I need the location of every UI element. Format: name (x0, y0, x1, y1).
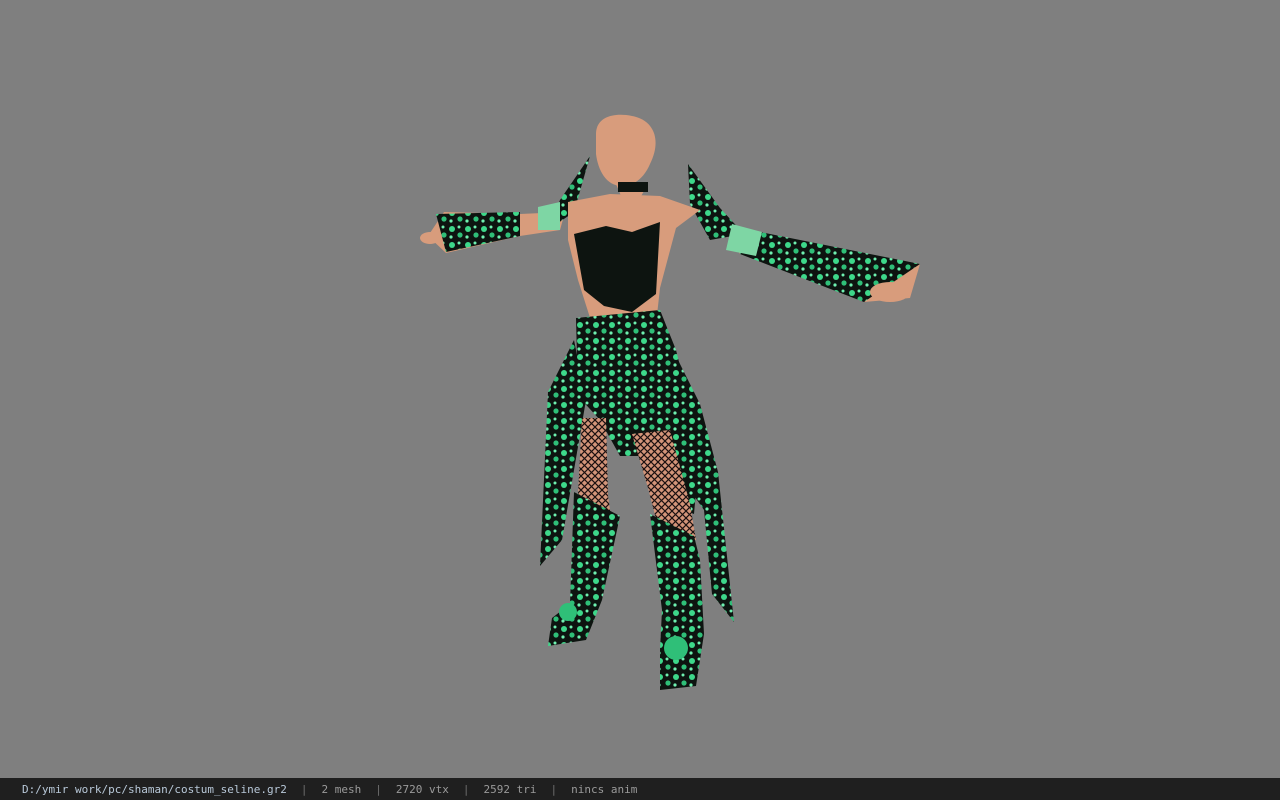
3d-viewport[interactable] (0, 0, 1280, 778)
status-separator: | (550, 782, 558, 796)
mesh-count-label: 2 mesh (321, 782, 362, 796)
animation-status-label: nincs anim (571, 782, 638, 796)
triangle-count-label: 2592 tri (483, 782, 537, 796)
torso-and-head (568, 114, 700, 324)
character-model[interactable] (0, 0, 1280, 778)
skirt (540, 310, 734, 622)
left-sleeve (428, 156, 590, 253)
vertex-count-label: 2720 vtx (395, 782, 449, 796)
file-path-label: D:/ymir work/pc/shaman/costum_seline.gr2 (22, 782, 287, 796)
status-separator: | (375, 782, 382, 796)
status-separator: | (300, 782, 308, 796)
status-separator: | (462, 782, 470, 796)
right-sleeve (688, 164, 920, 302)
status-bar: D:/ymir work/pc/shaman/costum_seline.gr2… (0, 778, 1280, 800)
